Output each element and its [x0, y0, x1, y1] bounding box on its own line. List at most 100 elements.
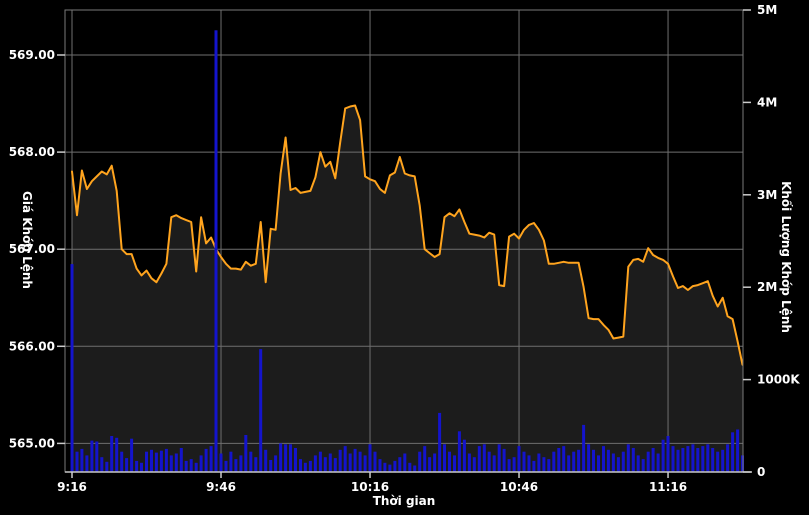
volume-tick-label: 2M — [757, 280, 777, 294]
volume-bar — [612, 454, 615, 473]
price-tick-label: 569.00 — [9, 48, 55, 62]
volume-bar — [205, 449, 208, 472]
volume-bar — [374, 452, 377, 472]
volume-bar — [170, 455, 173, 472]
volume-bar — [220, 454, 223, 473]
volume-bar — [478, 446, 481, 472]
volume-bar — [711, 448, 714, 472]
volume-bar — [473, 457, 476, 472]
volume-bar — [488, 452, 491, 472]
volume-bar — [393, 461, 396, 472]
volume-bar — [701, 446, 704, 472]
volume-bar — [433, 454, 436, 473]
volume-bar — [155, 453, 158, 472]
volume-bar — [632, 448, 635, 472]
volume-bar — [597, 455, 600, 472]
volume-bar — [508, 459, 511, 472]
volume-bar — [691, 444, 694, 472]
volume-bar — [244, 435, 247, 472]
volume-bar — [354, 449, 357, 472]
volume-bar — [160, 451, 163, 472]
time-tick-label: 11:16 — [649, 480, 687, 494]
volume-bar — [299, 459, 302, 472]
volume-bar — [483, 444, 486, 472]
volume-bar — [413, 466, 416, 473]
volume-bar — [344, 446, 347, 472]
volume-bar — [239, 455, 242, 472]
volume-bar — [528, 455, 531, 472]
volume-bar — [225, 461, 228, 472]
volume-bar — [587, 444, 590, 472]
volume-bar — [145, 452, 148, 472]
volume-bar — [329, 454, 332, 473]
time-tick-label: 10:16 — [351, 480, 389, 494]
volume-bar — [115, 438, 118, 472]
volume-bar — [254, 457, 257, 472]
volume-bar — [562, 446, 565, 472]
volume-bar — [408, 463, 411, 472]
volume-bar — [85, 455, 88, 472]
volume-bar — [234, 459, 237, 472]
volume-bar — [567, 455, 570, 472]
volume-bar — [617, 457, 620, 472]
volume-bar — [513, 457, 516, 472]
volume-bar — [463, 440, 466, 472]
volume-bar — [359, 452, 362, 472]
volume-bar — [423, 446, 426, 472]
volume-bar — [200, 455, 203, 472]
volume-bar — [90, 441, 93, 472]
volume-bar — [190, 459, 193, 472]
volume-bar — [388, 465, 391, 472]
volume-bar — [259, 349, 262, 472]
volume-bar — [428, 457, 431, 472]
volume-bar — [662, 440, 665, 472]
volume-bar — [294, 448, 297, 472]
volume-bar — [110, 436, 113, 472]
chart-window: 569.00568.00567.00566.00565.005M4M3M2M10… — [0, 0, 809, 515]
volume-bar — [314, 455, 317, 472]
volume-bar — [165, 449, 168, 472]
volume-bar — [552, 452, 555, 472]
volume-bar — [498, 444, 501, 472]
time-tick-label: 9:16 — [57, 480, 87, 494]
volume-bar — [150, 450, 153, 472]
volume-tick-label: 4M — [757, 95, 777, 109]
volume-tick-label: 5M — [757, 3, 777, 17]
volume-tick-label: 0 — [757, 465, 765, 479]
volume-bar — [557, 448, 560, 472]
volume-bar — [458, 431, 461, 472]
volume-bar — [716, 452, 719, 472]
volume-bar — [622, 452, 625, 472]
price-area-fill — [72, 106, 743, 473]
volume-bar — [185, 461, 188, 472]
volume-axis-title: Khối Lượng Khớp Lệnh — [779, 181, 793, 333]
volume-bar — [379, 459, 382, 472]
volume-bar — [443, 444, 446, 472]
volume-bar — [229, 452, 232, 472]
volume-bar — [592, 450, 595, 472]
volume-bar — [657, 454, 660, 473]
volume-bar — [696, 448, 699, 472]
volume-bar — [269, 460, 272, 472]
volume-bar — [309, 461, 312, 472]
volume-bar — [736, 430, 739, 473]
price-volume-chart: 569.00568.00567.00566.00565.005M4M3M2M10… — [0, 0, 809, 515]
volume-bar — [135, 461, 138, 472]
volume-bar — [249, 452, 252, 472]
volume-bar — [731, 432, 734, 472]
volume-bar — [518, 446, 521, 472]
volume-bar — [672, 446, 675, 472]
volume-bar — [493, 455, 496, 472]
volume-bar — [448, 452, 451, 472]
volume-bar — [95, 442, 98, 473]
volume-bar — [120, 452, 123, 472]
volume-bar — [383, 463, 386, 472]
volume-bar — [71, 264, 74, 472]
volume-bar — [334, 458, 337, 472]
volume-bar — [210, 446, 213, 472]
volume-bar — [686, 446, 689, 472]
price-tick-label: 568.00 — [9, 145, 55, 159]
volume-bar — [677, 450, 680, 472]
volume-tick-label: 1000K — [757, 373, 800, 387]
volume-bar — [637, 455, 640, 472]
